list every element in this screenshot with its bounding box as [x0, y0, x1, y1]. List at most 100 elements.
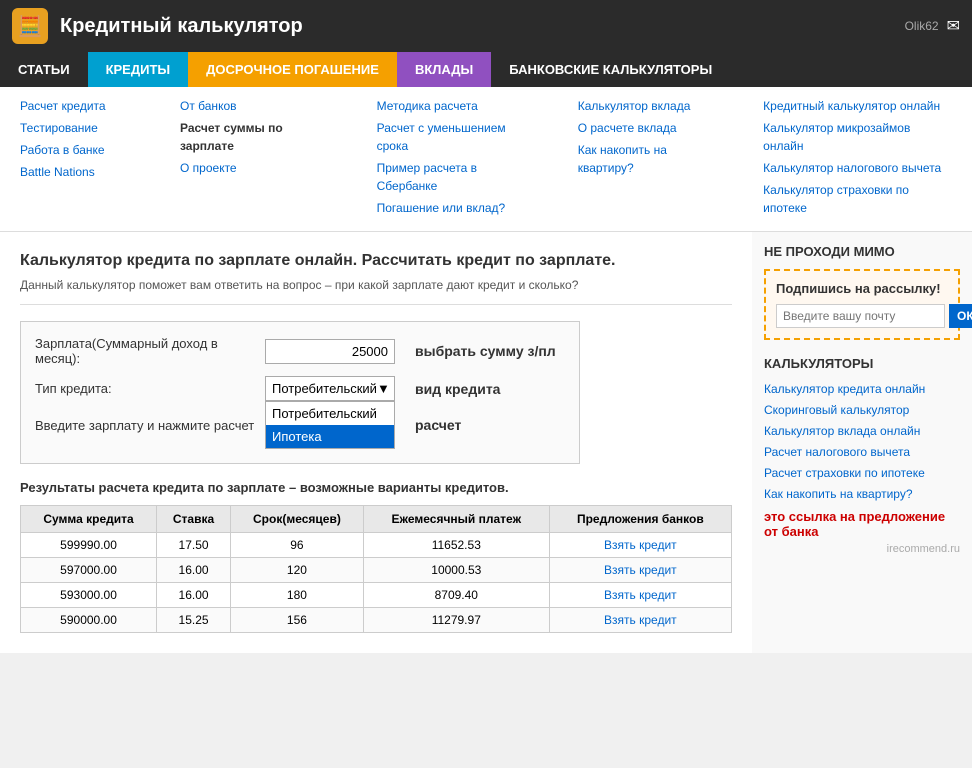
list-item: Расчет страховки по ипотеке: [764, 465, 960, 480]
calc-link[interactable]: Расчет страховки по ипотеке: [764, 466, 925, 480]
cell-rate: 16.00: [157, 558, 231, 583]
cell-sum: 599990.00: [21, 533, 157, 558]
dropdown-col-2: От банков Расчет суммы по зарплате О про…: [160, 97, 357, 221]
chevron-down-icon: ▼: [377, 381, 390, 396]
app-icon: 🧮: [12, 8, 48, 44]
calc-link[interactable]: Как накопить на квартиру?: [764, 487, 913, 501]
watermark: irecommend.ru: [764, 543, 960, 555]
newsletter-submit[interactable]: ОК: [949, 304, 972, 328]
dd-link-rashet[interactable]: Расчет кредита: [20, 97, 140, 115]
salary-input[interactable]: [265, 339, 395, 364]
form-note: Введите зарплату и нажмите расчет: [35, 418, 265, 433]
dropdown-col-4: Калькулятор вклада О расчете вклада Как …: [558, 97, 743, 221]
calc-link[interactable]: Скоринговый калькулятор: [764, 403, 909, 417]
cell-payment: 11279.97: [363, 608, 549, 633]
calc-hint: расчет: [415, 417, 461, 433]
dd-link-battle[interactable]: Battle Nations: [20, 163, 140, 181]
dd-link-microloans[interactable]: Калькулятор микрозаймов онлайн: [763, 119, 952, 155]
header-right: Olik62 ✉: [905, 16, 960, 36]
option-consumer[interactable]: Потребительский: [266, 402, 394, 425]
dd-link-credit-online[interactable]: Кредитный калькулятор онлайн: [763, 97, 952, 115]
cell-term: 120: [230, 558, 363, 583]
credit-type-row: Тип кредита: Потребительский ▼ Потребите…: [35, 376, 565, 401]
calc-link[interactable]: Калькулятор вклада онлайн: [764, 424, 920, 438]
col-header-rate: Ставка: [157, 506, 231, 533]
credit-type-select[interactable]: Потребительский ▼ Потребительский Ипотек…: [265, 376, 395, 401]
calc-link[interactable]: Расчет налогового вычета: [764, 445, 910, 459]
list-item: Скоринговый калькулятор: [764, 402, 960, 417]
results-table: Сумма кредита Ставка Срок(месяцев) Ежеме…: [20, 505, 732, 633]
nav-credits[interactable]: КРЕДИТЫ: [88, 52, 189, 87]
dd-link-project[interactable]: О проекте: [180, 159, 337, 177]
take-credit-link[interactable]: Взять кредит: [604, 588, 677, 602]
not-pass-by-title: НЕ ПРОХОДИ МИМО: [764, 244, 960, 259]
dd-link-insurance[interactable]: Калькулятор страховки по ипотеке: [763, 181, 952, 217]
newsletter-box: Подпишись на рассылку! ОК: [764, 269, 960, 340]
dd-link-sberbank[interactable]: Пример расчета в Сбербанке: [377, 159, 538, 195]
cell-sum: 593000.00: [21, 583, 157, 608]
dd-link-save-apt[interactable]: Как накопить на квартиру?: [578, 141, 723, 177]
credit-type-hint: вид кредита: [415, 381, 500, 397]
dd-link-deposit-calc[interactable]: Калькулятор вклада: [578, 97, 723, 115]
nav-deposits[interactable]: ВКЛАДЫ: [397, 52, 491, 87]
select-display[interactable]: Потребительский ▼: [265, 376, 395, 401]
nav-early[interactable]: ДОСРОЧНОЕ ПОГАШЕНИЕ: [188, 52, 397, 87]
dd-link-deposit-or-pay[interactable]: Погашение или вклад?: [377, 199, 538, 217]
username: Olik62: [905, 19, 939, 33]
page-desc: Данный калькулятор поможет вам ответить …: [20, 278, 732, 305]
dd-link-salary-calc[interactable]: Расчет суммы по зарплате: [180, 119, 337, 155]
cell-payment: 10000.53: [363, 558, 549, 583]
cell-link[interactable]: Взять кредит: [549, 558, 731, 583]
header: 🧮 Кредитный калькулятор Olik62 ✉: [0, 0, 972, 52]
dropdown-row: Расчет кредита Тестирование Работа в бан…: [0, 87, 972, 232]
col-header-term: Срок(месяцев): [230, 506, 363, 533]
newsletter-input[interactable]: [776, 304, 945, 328]
dropdown-col-1: Расчет кредита Тестирование Работа в бан…: [0, 97, 160, 221]
navbar: СТАТЬИ КРЕДИТЫ ДОСРОЧНОЕ ПОГАШЕНИЕ ВКЛАД…: [0, 52, 972, 87]
salary-row: Зарплата(Суммарный доход в месяц): выбра…: [35, 336, 565, 366]
cell-link[interactable]: Взять кредит: [549, 608, 731, 633]
dd-link-about-deposit[interactable]: О расчете вклада: [578, 119, 723, 137]
dd-link-testing[interactable]: Тестирование: [20, 119, 140, 137]
dd-link-method[interactable]: Методика расчета: [377, 97, 538, 115]
list-item: Калькулятор кредита онлайн: [764, 381, 960, 396]
dd-link-tax[interactable]: Калькулятор налогового вычета: [763, 159, 952, 177]
salary-hint: выбрать сумму з/пл: [415, 343, 556, 359]
cell-link[interactable]: Взять кредит: [549, 533, 731, 558]
salary-label: Зарплата(Суммарный доход в месяц):: [35, 336, 265, 366]
dropdown-col-3: Методика расчета Расчет с уменьшением ср…: [357, 97, 558, 221]
selected-option: Потребительский: [272, 381, 377, 396]
page-title: Калькулятор кредита по зарплате онлайн. …: [20, 252, 732, 270]
main-content: Калькулятор кредита по зарплате онлайн. …: [0, 232, 752, 653]
newsletter-title: Подпишись на рассылку!: [776, 281, 948, 296]
mail-icon[interactable]: ✉: [947, 16, 960, 36]
main-layout: Калькулятор кредита по зарплате онлайн. …: [0, 232, 972, 653]
table-row: 599990.00 17.50 96 11652.53 Взять кредит: [21, 533, 732, 558]
nav-articles[interactable]: СТАТЬИ: [0, 52, 88, 87]
calculators-title: КАЛЬКУЛЯТОРЫ: [764, 356, 960, 371]
take-credit-link[interactable]: Взять кредит: [604, 538, 677, 552]
cell-payment: 8709.40: [363, 583, 549, 608]
dd-link-work[interactable]: Работа в банке: [20, 141, 140, 159]
take-credit-link[interactable]: Взять кредит: [604, 613, 677, 627]
credit-type-dropdown: Потребительский Ипотека: [265, 401, 395, 449]
nav-bank-calc[interactable]: БАНКОВСКИЕ КАЛЬКУЛЯТОРЫ: [491, 52, 972, 87]
dd-link-banks[interactable]: От банков: [180, 97, 337, 115]
cell-link[interactable]: Взять кредит: [549, 583, 731, 608]
cell-rate: 16.00: [157, 583, 231, 608]
results-title: Результаты расчета кредита по зарплате –…: [20, 480, 732, 495]
cell-rate: 15.25: [157, 608, 231, 633]
cell-sum: 590000.00: [21, 608, 157, 633]
dropdown-col-5: Кредитный калькулятор онлайн Калькулятор…: [743, 97, 972, 221]
calc-link[interactable]: Калькулятор кредита онлайн: [764, 382, 925, 396]
cell-sum: 597000.00: [21, 558, 157, 583]
red-note: это ссылка на предложение от банка: [764, 509, 960, 539]
dd-link-reduce-term[interactable]: Расчет с уменьшением срока: [377, 119, 538, 155]
cell-term: 96: [230, 533, 363, 558]
app-title: Кредитный калькулятор: [60, 15, 893, 38]
col-header-sum: Сумма кредита: [21, 506, 157, 533]
table-row: 590000.00 15.25 156 11279.97 Взять креди…: [21, 608, 732, 633]
option-mortgage[interactable]: Ипотека: [266, 425, 394, 448]
take-credit-link[interactable]: Взять кредит: [604, 563, 677, 577]
cell-term: 180: [230, 583, 363, 608]
